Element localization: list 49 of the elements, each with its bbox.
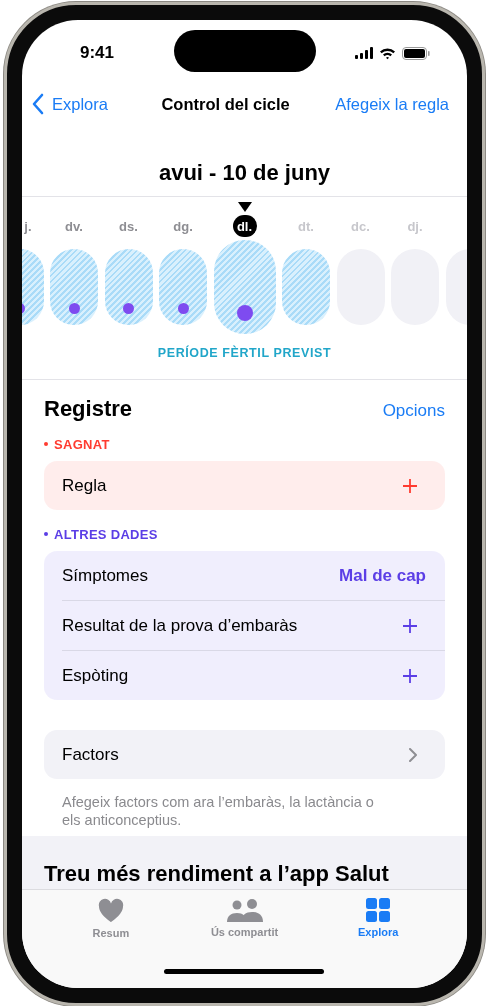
log-row[interactable]: Regla	[44, 461, 445, 510]
row-value: Mal de cap	[339, 565, 426, 586]
status-time: 9:41	[80, 43, 115, 63]
weekday-label: dj.	[407, 217, 423, 236]
wifi-icon	[379, 46, 396, 60]
tab-item[interactable]: Resum	[44, 898, 178, 939]
fertile-day-pill[interactable]	[282, 249, 330, 325]
tab-item[interactable]: Ús compartit	[177, 898, 312, 939]
plus-icon	[403, 668, 417, 683]
section-heading: ALTRES DADES	[54, 526, 158, 542]
log-row[interactable]: Resultat de la prova d’embaràs	[44, 601, 445, 650]
row-label: Resultat de la prova d’embaràs	[62, 615, 298, 636]
signal-icon	[355, 47, 373, 59]
chevron-right-icon	[409, 747, 417, 762]
fertile-window-caption: PERÍODE FÈRTIL PREVIST	[157, 346, 332, 360]
footnote-text: Afegeix factors com ara l’embaràs, la lactància o els anticonceptius.	[62, 793, 375, 829]
battery-icon	[402, 46, 430, 60]
factors-row[interactable]: Factors	[44, 730, 445, 779]
add-period-link[interactable]: Afegeix la regla	[335, 94, 449, 114]
weekday-label: ds.	[119, 217, 138, 236]
weekday-label: dt.	[298, 217, 314, 236]
fertile-day-pill[interactable]	[104, 249, 153, 325]
plus-icon	[403, 618, 417, 633]
row-label: Regla	[62, 475, 107, 496]
selected-day-label: dl.	[232, 215, 257, 237]
back-chevron-icon	[32, 93, 44, 115]
back-button[interactable]: Explora	[32, 93, 108, 115]
fertile-day-pill[interactable]	[50, 249, 98, 325]
fertile-day-pill[interactable]	[159, 249, 207, 325]
screen-title: Control del cicle	[160, 94, 291, 114]
log-row[interactable]: Espòting	[44, 651, 445, 700]
log-row[interactable]: Símptomes Mal de cap	[44, 551, 445, 600]
tab-item[interactable]: Explora	[311, 898, 445, 939]
weekday-label: dc.	[351, 217, 370, 236]
people-icon	[226, 898, 263, 922]
promo-title: Treu més rendiment a l’app Salut	[44, 861, 389, 887]
weekday-label: j.	[24, 217, 32, 236]
section-heading: SAGNAT	[54, 436, 110, 452]
weekday-label: dg.	[173, 217, 193, 236]
weekday-label: dv.	[65, 217, 83, 236]
grid-icon	[366, 898, 391, 922]
plus-icon	[403, 478, 417, 493]
row-label: Símptomes	[62, 565, 148, 586]
row-label: Factors	[62, 744, 119, 765]
row-label: Espòting	[62, 665, 129, 686]
date-title: avui - 10 de juny	[158, 159, 331, 187]
heart-icon	[97, 898, 124, 923]
section-title: Registre	[44, 396, 133, 422]
options-link[interactable]: Opcions	[382, 401, 445, 421]
